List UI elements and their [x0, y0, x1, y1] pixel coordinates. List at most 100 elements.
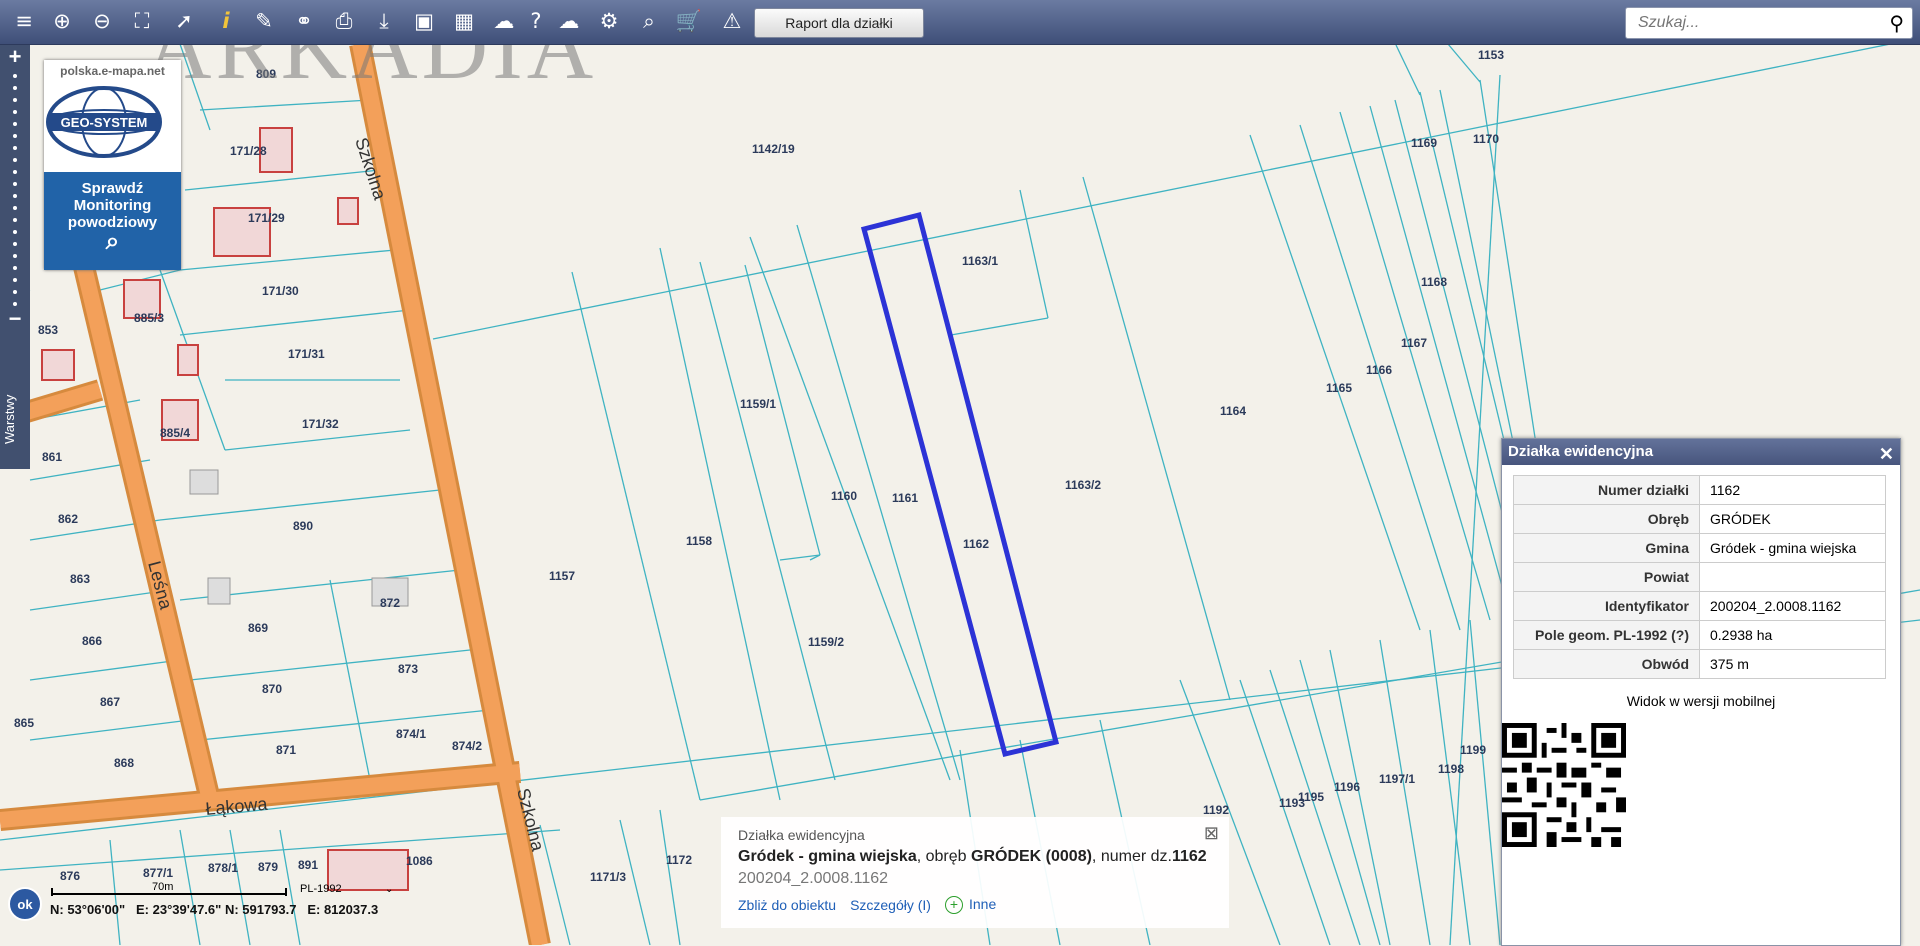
table-row: Obręb GRÓDEK [1513, 504, 1886, 534]
parcel-label: 874/1 [396, 727, 426, 741]
info-icon[interactable]: i [212, 6, 240, 36]
table-row: Obwód 375 m [1513, 649, 1886, 679]
layers-tab[interactable]: Warstwy [2, 374, 28, 464]
download-icon[interactable]: ⤓ [370, 6, 398, 36]
table-row: Pole geom. PL-1992 (?) 0.2938 ha [1513, 620, 1886, 650]
parcel-table: Numer działki 1162 Obręb GRÓDEK Gmina Gróde… [1513, 475, 1886, 679]
chevron-down-icon: ⌄ [385, 884, 393, 895]
zoom-extent-icon[interactable]: ⛶ [128, 6, 156, 36]
parcel-label: 1164 [1220, 404, 1246, 418]
table-row: Powiat [1513, 562, 1886, 592]
help-icon[interactable]: ? [522, 6, 550, 36]
parcel-label: 171/28 [230, 144, 267, 158]
parcel-label: 869 [248, 621, 268, 635]
parcel-label: 1163/1 [962, 254, 998, 268]
ok-button[interactable]: ok [8, 887, 42, 921]
print-icon[interactable]: ⎙ [330, 6, 358, 36]
parcel-label: 885/4 [160, 426, 190, 440]
parcel-info-popup: Działka ewidencyjna ⊠ Gródek - gmina wie… [721, 817, 1229, 928]
parcel-label: 861 [42, 450, 62, 464]
settings-icon[interactable]: ⚙ [595, 6, 623, 36]
close-icon[interactable]: ⊠ [1204, 823, 1219, 844]
zoom-in-icon[interactable]: ⊕ [48, 6, 76, 36]
parcel-label: 1153 [1478, 48, 1504, 62]
parcel-label: 878/1 [208, 861, 238, 875]
popup-parcel-line: Gródek - gmina wiejska, obręb GRÓDEK (00… [738, 848, 1207, 865]
parcel-label: 867 [100, 695, 120, 709]
parcel-label: 1195 [1298, 790, 1324, 804]
parcel-label: 1162 [963, 537, 989, 551]
parcel-label: 1172 [666, 853, 692, 867]
table-row: Gmina Gródek - gmina wiejska [1513, 533, 1886, 563]
parcel-label: 1158 [686, 534, 712, 548]
details-link[interactable]: Szczegóły (I) [850, 897, 931, 913]
window-icon[interactable]: ▣ [410, 6, 438, 36]
pointer-icon[interactable]: ➚ [170, 6, 198, 36]
table-row: Numer działki 1162 [1513, 475, 1886, 505]
parcel-label: 1170 [1473, 132, 1499, 146]
parcel-label: 890 [293, 519, 313, 533]
search-box: ⚲ [1625, 7, 1913, 39]
parcel-label: 1168 [1421, 275, 1447, 289]
zoom-to-object-link[interactable]: Zbliż do obiektu [738, 897, 836, 913]
geo-system-banner[interactable]: polska.e-mapa.net GEO-SYSTEM Sprawdź Mon… [44, 60, 181, 270]
map-icon[interactable]: ☁ [490, 6, 518, 36]
flood-monitor-link[interactable]: Sprawdź Monitoring powodziowy ⌕ [44, 172, 181, 270]
parcel-label: 866 [82, 634, 102, 648]
parcel-label: 873 [398, 662, 418, 676]
parcel-label: 1197/1 [1379, 772, 1415, 786]
zoom-out-icon[interactable]: ⊖ [88, 6, 116, 36]
close-icon[interactable]: ✕ [1879, 441, 1894, 467]
parcel-label: 1160 [831, 489, 857, 503]
parcel-label: 171/29 [248, 211, 285, 225]
parcel-label: 853 [38, 323, 58, 337]
other-link[interactable]: + Inne [944, 896, 996, 914]
geo-url: polska.e-mapa.net [60, 64, 165, 78]
popup-title: Działka ewidencyjna [738, 827, 865, 843]
layout-icon[interactable]: ▦ [450, 6, 478, 36]
parcel-label: 874/2 [452, 739, 482, 753]
parcel-label: 870 [262, 682, 282, 696]
parcel-label: 1142/19 [752, 142, 795, 156]
warning-icon[interactable]: ⚠ [718, 6, 746, 36]
zoom-sidebar: + − Warstwy [0, 44, 30, 469]
parcel-label: 871 [276, 743, 296, 757]
projection-select: PL-1992 [300, 883, 342, 895]
parcel-label: 1199 [1460, 743, 1486, 757]
parcel-label: 1159/1 [740, 397, 776, 411]
search-icon[interactable]: ⚲ [1889, 11, 1904, 35]
parcel-label: 1166 [1366, 363, 1392, 377]
parcel-label: 872 [380, 596, 400, 610]
parcel-label: 865 [14, 716, 34, 730]
layers-icon[interactable]: ≡ [10, 6, 38, 36]
parcel-label: 1167 [1401, 336, 1427, 350]
plus-circle-icon: + [944, 896, 963, 914]
cart-icon[interactable]: 🛒 [675, 6, 703, 36]
coordinates-readout: N: 53°06'00" E: 23°39'47.6" N: 591793.7 … [50, 902, 379, 917]
raport-button[interactable]: Raport dla działki [754, 8, 924, 38]
parcel-label: 877/1 [143, 866, 173, 880]
popup-identifier: 200204_2.0008.1162 [738, 870, 889, 887]
parcel-label: 1165 [1326, 381, 1352, 395]
search-map-icon[interactable]: ⌕ [635, 6, 663, 36]
zoom-minus-button[interactable]: − [0, 306, 30, 332]
zoom-slider[interactable] [0, 74, 30, 306]
qr-code-icon [1502, 723, 1626, 847]
parcel-label: 879 [258, 860, 278, 874]
parcel-label: 1163/2 [1065, 478, 1101, 492]
measure-link-icon[interactable]: ⚭ [290, 6, 318, 36]
scale-distance: 70m [152, 881, 173, 893]
measure-line-icon[interactable]: ✎ [250, 6, 278, 36]
parcel-label: 863 [70, 572, 90, 586]
parcel-label: 885/3 [134, 311, 164, 325]
cloud-upload-icon[interactable]: ☁ [555, 6, 583, 36]
magnifier-icon: ⌕ [105, 228, 120, 255]
parcel-label: 862 [58, 512, 78, 526]
parcel-label: 891 [298, 858, 318, 872]
zoom-plus-button[interactable]: + [0, 44, 30, 70]
search-input[interactable] [1636, 8, 1870, 38]
geo-system-logo: GEO-SYSTEM [46, 86, 162, 158]
parcel-label: 171/31 [288, 347, 325, 361]
parcel-label: 1159/2 [808, 635, 844, 649]
panel-header: Działka ewidencyjna ✕ [1502, 439, 1900, 465]
